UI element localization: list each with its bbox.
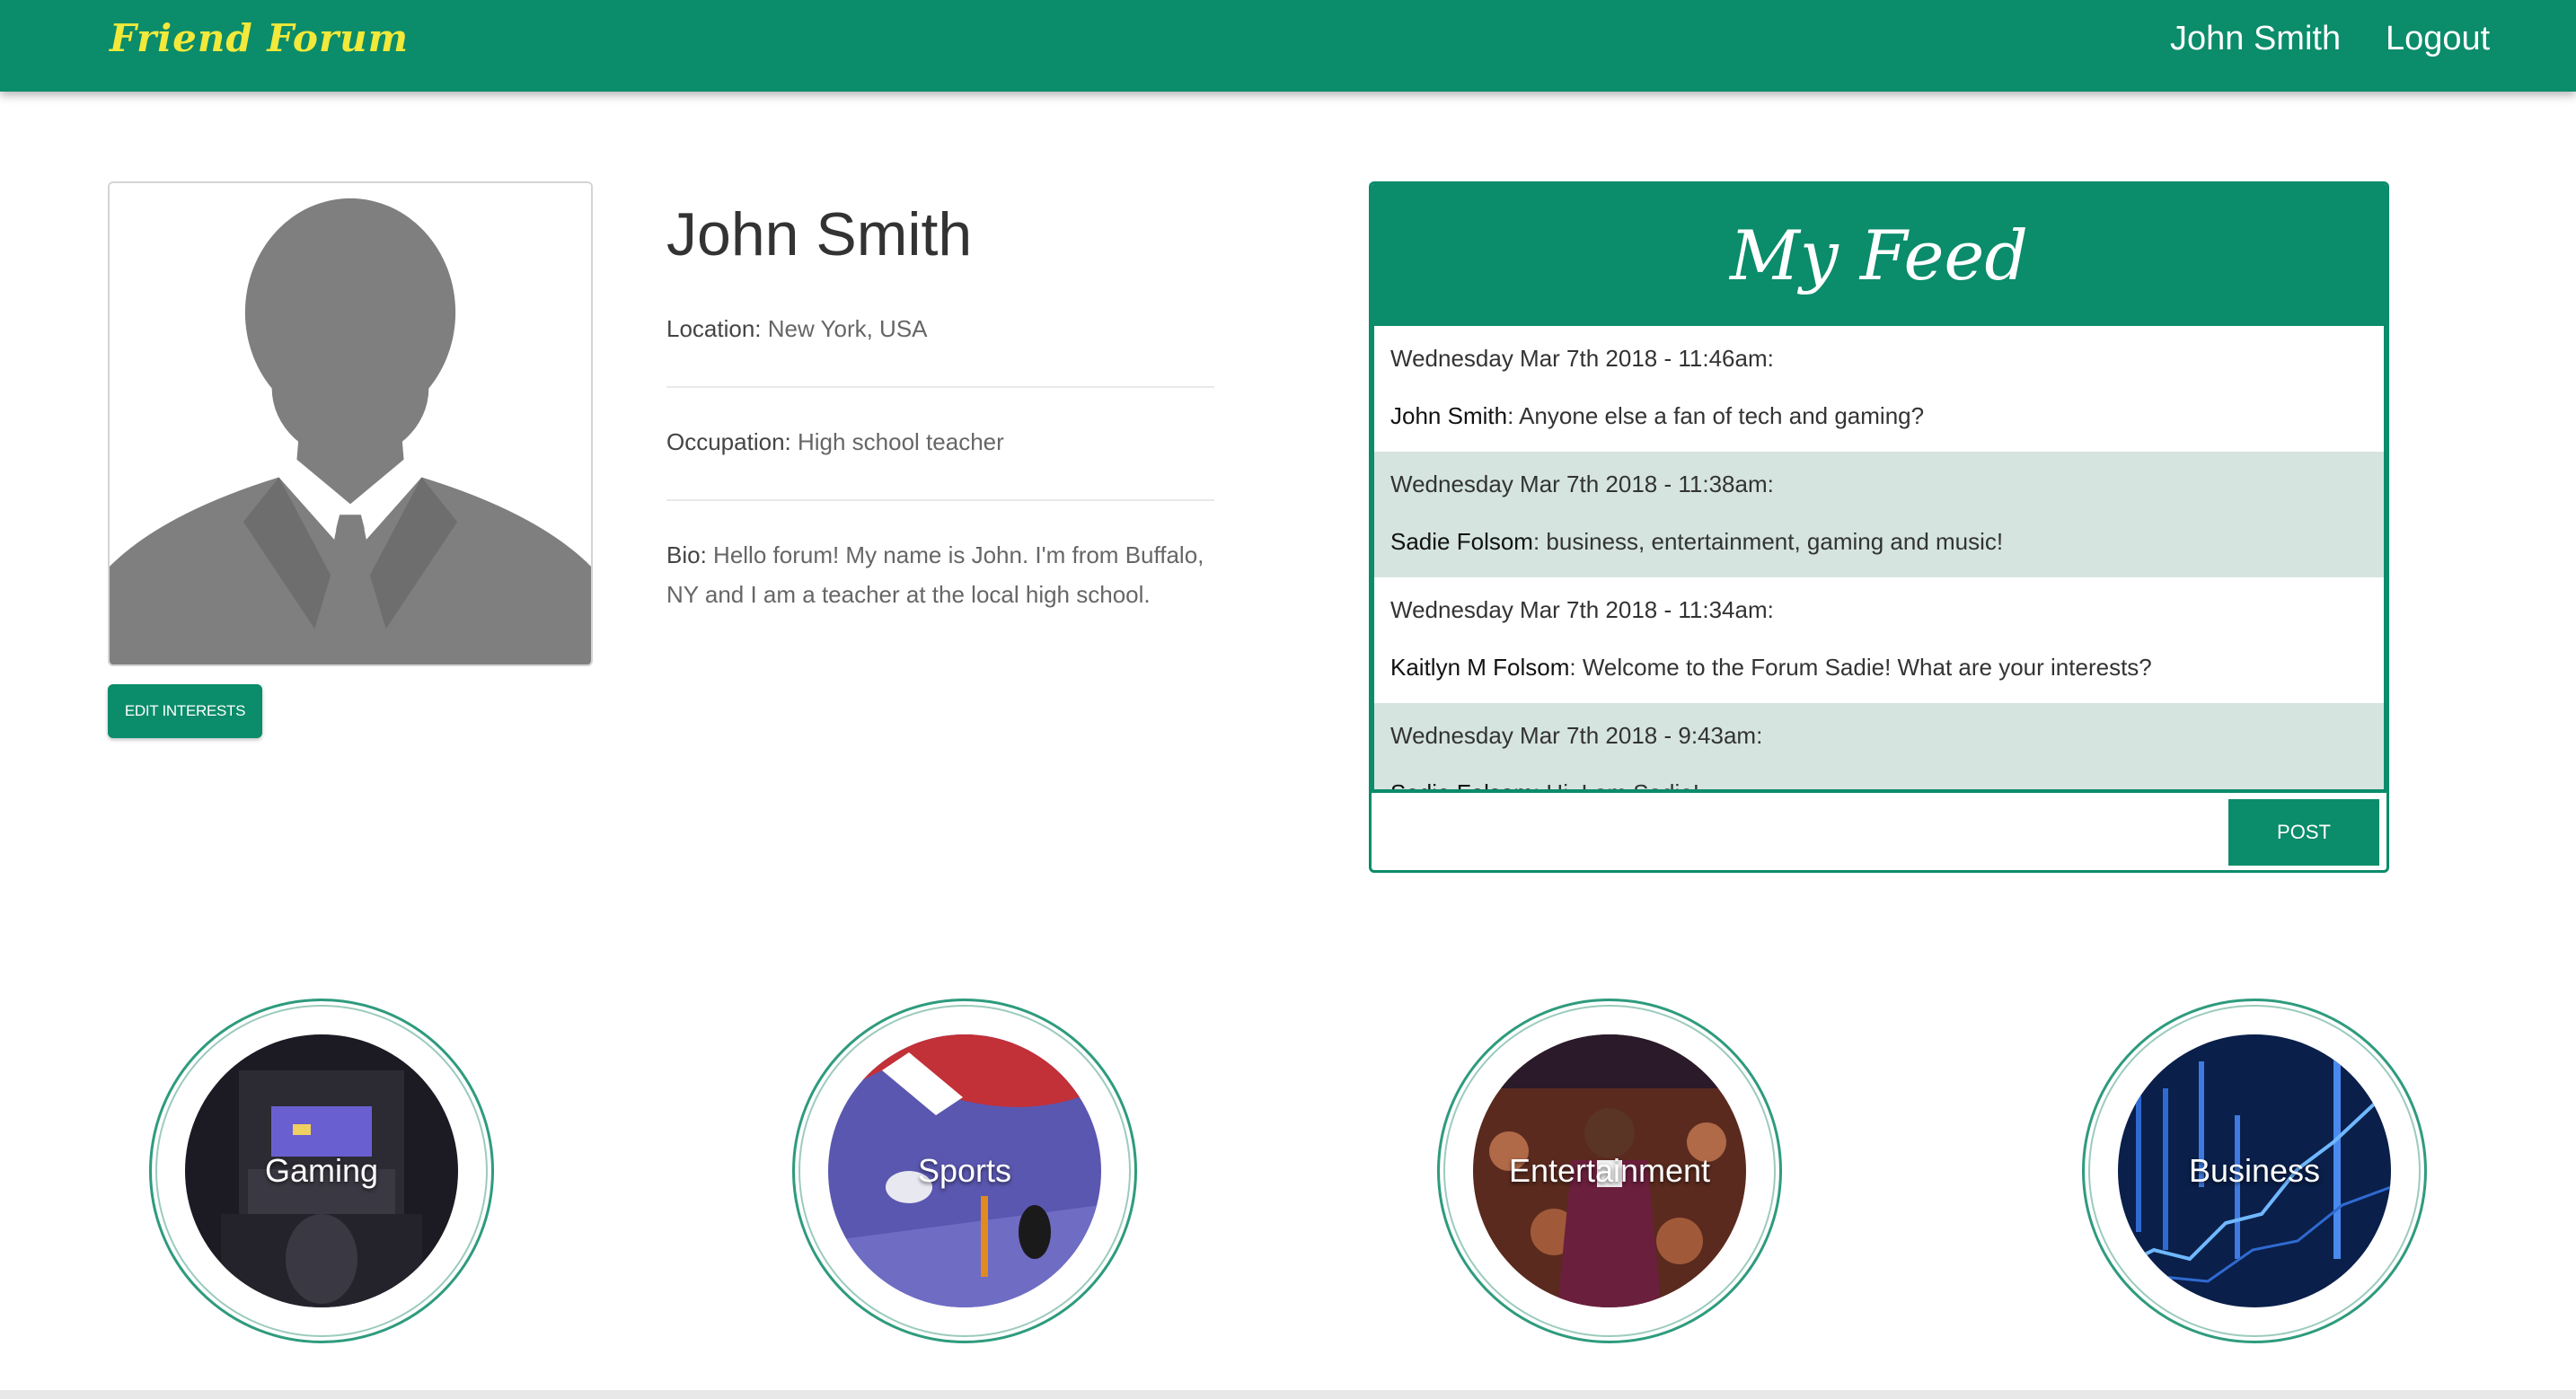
feed-item-message: Kaitlyn M Folsom: Welcome to the Forum S… [1390, 654, 2152, 681]
feed-item-text: Anyone else a fan of tech and gaming? [1519, 402, 1925, 429]
interest-label: Business [2188, 1152, 2321, 1189]
bio-label: Bio: [666, 541, 707, 568]
feed-item-text: business, entertainment, gaming and musi… [1546, 528, 2004, 555]
feed-item: Wednesday Mar 7th 2018 - 11:38am: Sadie … [1374, 452, 2384, 577]
interest-gaming[interactable]: Gaming [149, 999, 494, 1343]
edit-interests-button[interactable]: EDIT INTERESTS [108, 684, 262, 738]
feed-item-author: Kaitlyn M Folsom [1390, 654, 1570, 681]
profile-occupation: Occupation: High school teacher [666, 422, 1214, 462]
feed-item-message: Sadie Folsom: Hi, I am Sadie! [1390, 777, 2368, 793]
profile-location: Location: New York, USA [666, 309, 1214, 348]
feed-item-author: Sadie Folsom [1390, 779, 1533, 793]
profile-name: John Smith [666, 200, 973, 268]
feed-item-text: Welcome to the Forum Sadie! What are you… [1582, 654, 2152, 681]
post-input[interactable] [1372, 793, 2225, 870]
location-label: Location: [666, 315, 762, 342]
profile-photo [108, 181, 593, 666]
profile-bio: Bio: Hello forum! My name is John. I'm f… [666, 535, 1214, 614]
feed-item-message: John Smith: Anyone else a fan of tech an… [1390, 402, 1925, 429]
interest-image: Gaming [185, 1034, 458, 1307]
divider [666, 499, 1214, 501]
feed-item: Wednesday Mar 7th 2018 - 11:46am: John S… [1374, 326, 2384, 452]
navbar: Friend Forum John Smith Logout [0, 0, 2576, 92]
feed-item: Wednesday Mar 7th 2018 - 9:43am: Sadie F… [1374, 703, 2384, 793]
logout-link[interactable]: Logout [2386, 20, 2490, 58]
interest-business[interactable]: Business [2082, 999, 2427, 1343]
feed-item-time: Wednesday Mar 7th 2018 - 11:38am: [1390, 471, 1774, 497]
nav-user-link[interactable]: John Smith [2170, 20, 2341, 58]
feed-panel: My Feed Wednesday Mar 7th 2018 - 11:46am… [1369, 181, 2389, 873]
bio-value: Hello forum! My name is John. I'm from B… [666, 541, 1204, 608]
location-value: New York, USA [767, 315, 928, 342]
occupation-value: High school teacher [797, 428, 1004, 455]
feed-compose: POST [1372, 793, 2386, 870]
interest-image: Business [2118, 1034, 2391, 1307]
interest-label: Sports [917, 1152, 1012, 1189]
divider [666, 386, 1214, 388]
feed-title: My Feed [1372, 184, 2386, 326]
feed-item-text: Hi, I am Sadie! [1546, 779, 1699, 793]
feed-item-time: Wednesday Mar 7th 2018 - 9:43am: [1390, 722, 1763, 749]
feed-item-author: John Smith [1390, 402, 1508, 429]
feed-item-message: Sadie Folsom: business, entertainment, g… [1390, 528, 2004, 555]
avatar-silhouette-icon [110, 183, 591, 664]
interest-label: Entertainment [1508, 1152, 1711, 1189]
brand-logo-link[interactable]: Friend Forum [110, 16, 409, 60]
interest-image: Sports [828, 1034, 1101, 1307]
feed-item: Wednesday Mar 7th 2018 - 11:34am: Kaitly… [1374, 577, 2384, 703]
feed-item-time: Wednesday Mar 7th 2018 - 11:46am: [1390, 345, 1774, 372]
interest-label: Gaming [264, 1152, 379, 1189]
post-button[interactable]: POST [2228, 799, 2379, 866]
interest-entertainment[interactable]: Entertainment [1437, 999, 1782, 1343]
page-bottom-border [0, 1390, 2576, 1399]
feed-list[interactable]: Wednesday Mar 7th 2018 - 11:46am: John S… [1372, 326, 2386, 793]
feed-item-time: Wednesday Mar 7th 2018 - 11:34am: [1390, 596, 1774, 623]
occupation-label: Occupation: [666, 428, 791, 455]
feed-item-author: Sadie Folsom [1390, 528, 1533, 555]
interest-sports[interactable]: Sports [792, 999, 1137, 1343]
interest-image: Entertainment [1473, 1034, 1746, 1307]
